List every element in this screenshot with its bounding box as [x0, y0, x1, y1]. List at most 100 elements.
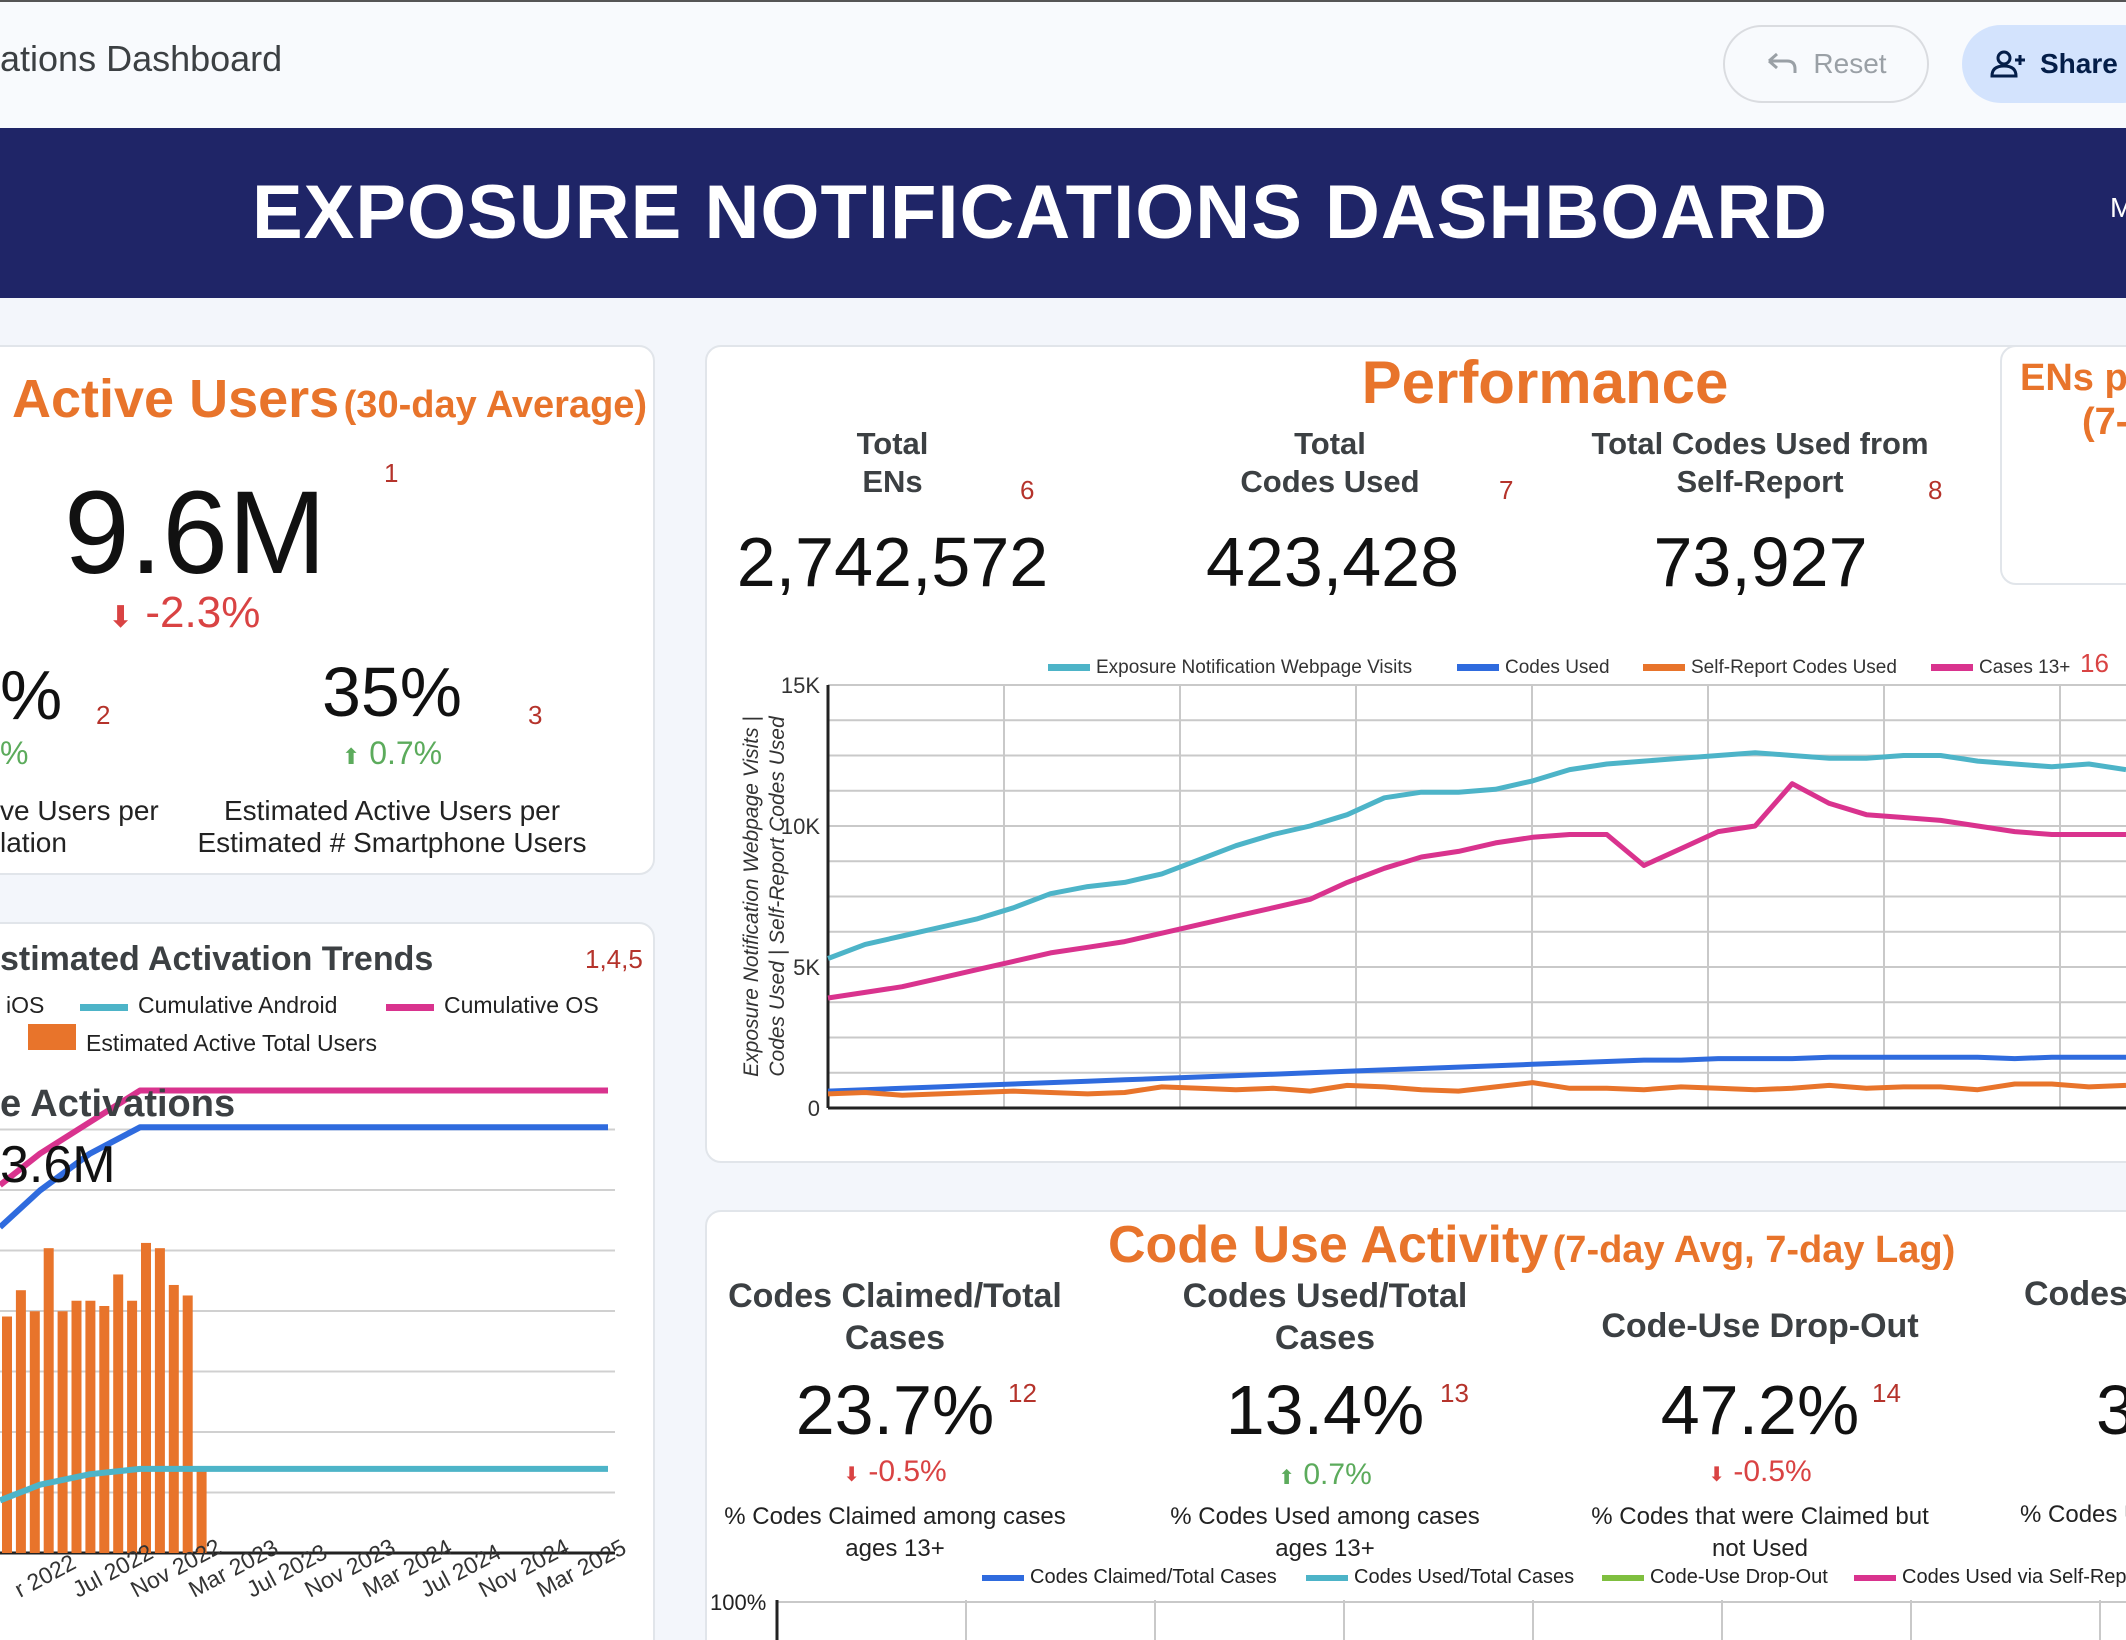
- left-metric-caption-2: lation: [0, 827, 67, 858]
- reset-button[interactable]: Reset: [1723, 25, 1929, 103]
- bar: [168, 1284, 179, 1553]
- right-metric-caption-1: Estimated Active Users per: [223, 795, 561, 826]
- footnote-1: 1: [384, 458, 399, 488]
- codes-used-ratio-caption-1: % Codes Used among cases: [1170, 1503, 1480, 1530]
- legend-label: Exposure Notification Webpage Visits: [1096, 657, 1412, 678]
- left-metric-caption: ve Users per lation: [0, 795, 159, 859]
- legend-codes-used: Codes Used/Total Cases: [1354, 1566, 1575, 1588]
- active-users-heading: Active Users (30-day Average): [12, 368, 647, 430]
- bar: [85, 1300, 96, 1553]
- arrow-up-icon: ⬆: [341, 744, 361, 769]
- undo-icon: [1768, 52, 1797, 73]
- arrow-up-icon: ⬆: [1278, 1467, 1296, 1489]
- trends-footnote: 1,4,5: [585, 944, 643, 974]
- dashboard-title: EXPOSURE NOTIFICATIONS DASHBOARD: [251, 170, 1828, 255]
- legend-swatch: [1931, 664, 1973, 671]
- drop-out-change-value: -0.5%: [1733, 1455, 1812, 1488]
- arrow-down-icon: ⬇: [843, 1464, 861, 1486]
- add-person-icon: [1990, 50, 2025, 78]
- codes-used-ratio-caption-2: ages 13+: [1275, 1535, 1375, 1562]
- legend-swatch-claimed: [982, 1575, 1024, 1581]
- drop-out-change: ⬇ -0.5%: [1620, 1455, 1900, 1489]
- performance-line-chart: 05K10K15KExposure Notification Webpage V…: [740, 657, 2126, 1121]
- codes-self-report-label: Codes: [2024, 1275, 2126, 1313]
- left-metric-change: %: [0, 735, 29, 771]
- codes-claimed-label-2: Cases: [844, 1319, 946, 1357]
- metric-self-report-label: Total Codes Used from Self-Report: [1560, 425, 1960, 501]
- y-tick-label: 15K: [781, 673, 820, 698]
- active-users-title: Active Users: [12, 369, 340, 429]
- active-users-change-value: -2.3%: [145, 588, 261, 637]
- footnote-14: 14: [1872, 1378, 1901, 1408]
- legend-ios: iOS: [6, 992, 45, 1018]
- metric-self-report-value: 73,927: [1653, 523, 1868, 601]
- codes-used-ratio-label-2: Cases: [1274, 1319, 1376, 1357]
- metric-codes-used-value: 423,428: [1205, 523, 1460, 601]
- footnote-6: 6: [1020, 475, 1035, 505]
- metric-total-ens-label-2: ENs: [862, 464, 923, 499]
- active-users-subtitle: (30-day Average): [343, 384, 648, 426]
- bar: [141, 1242, 151, 1553]
- code-use-chart: [775, 1600, 2126, 1640]
- dashboard-banner: EXPOSURE NOTIFICATIONS DASHBOARD M: [0, 128, 2126, 298]
- legend-swatch: [1048, 664, 1090, 671]
- codes-used-ratio-caption: % Codes Used among cases ages 13+: [1130, 1501, 1520, 1565]
- y-tick-label: 5K: [793, 955, 820, 980]
- right-metric-change-value: 0.7%: [369, 735, 443, 771]
- code-use-heading: Code Use Activity (7-day Avg, 7-day Lag): [1108, 1215, 1955, 1275]
- codes-claimed-change-value: -0.5%: [868, 1455, 947, 1488]
- legend-cumulative-os: Cumulative OS: [444, 992, 599, 1018]
- series-line: [827, 781, 2126, 1001]
- drop-out-caption: % Codes that were Claimed but not Used: [1560, 1501, 1960, 1565]
- arrow-down-icon: ⬇: [108, 601, 134, 634]
- footnote-13: 13: [1440, 1378, 1469, 1408]
- legend-swatch-used: [1306, 1575, 1348, 1581]
- right-metric-change: ⬆ 0.7%: [292, 735, 492, 772]
- code-use-title: Code Use Activity: [1108, 1216, 1549, 1274]
- bar: [154, 1248, 165, 1553]
- metric-total-ens-value: 2,742,572: [736, 523, 1049, 601]
- bar: [29, 1311, 40, 1553]
- right-metric-caption: Estimated Active Users per Estimated # S…: [180, 795, 604, 859]
- footnote-2: 2: [96, 700, 111, 730]
- trends-overlay-title: e Activations: [0, 1083, 236, 1125]
- codes-claimed-caption-1: % Codes Claimed among cases: [724, 1503, 1066, 1530]
- legend-label: Cases 13+: [1979, 657, 2070, 678]
- codes-claimed-value: 23.7%: [795, 1371, 995, 1449]
- footnote-16: 16: [2080, 648, 2109, 678]
- code-use-y-label: 100%: [710, 1590, 767, 1615]
- legend-cumulative-android: Cumulative Android: [138, 992, 338, 1018]
- codes-used-ratio-value: 13.4%: [1225, 1371, 1425, 1449]
- codes-used-ratio-change: ⬆ 0.7%: [1185, 1458, 1465, 1492]
- ens-per-title: ENs pe (7-: [2020, 356, 2126, 444]
- metric-self-report-label-1: Total Codes Used from: [1591, 426, 1929, 461]
- drop-out-caption-1: % Codes that were Claimed but: [1591, 1503, 1929, 1530]
- footnote-12: 12: [1008, 1378, 1037, 1408]
- bar: [2, 1316, 12, 1553]
- report-title: ations Dashboard: [0, 38, 283, 79]
- codes-used-ratio-label-1: Codes Used/Total: [1182, 1277, 1468, 1315]
- legend-swatch: [1643, 664, 1685, 671]
- banner-edge-text: M: [2110, 192, 2126, 223]
- drop-out-caption-2: not Used: [1711, 1535, 1809, 1562]
- legend-label: Codes Used: [1505, 657, 1610, 678]
- right-metric-caption-2: Estimated # Smartphone Users: [197, 827, 587, 858]
- codes-claimed-caption: % Codes Claimed among cases ages 13+: [700, 1501, 1090, 1565]
- codes-self-report-value: 3: [2096, 1371, 2126, 1449]
- bar: [43, 1248, 54, 1553]
- code-use-subtitle: (7-day Avg, 7-day Lag): [1552, 1229, 1956, 1271]
- active-users-change: ⬇ -2.3%: [108, 588, 260, 638]
- left-metric-value: %: [0, 656, 63, 734]
- codes-self-report-caption: % Codes U: [2020, 1501, 2126, 1528]
- series-line: [827, 750, 2126, 961]
- codes-used-ratio-label: Codes Used/Total Cases: [1130, 1275, 1520, 1359]
- metric-total-ens-label-1: Total: [856, 426, 929, 461]
- legend-swatch: [1457, 664, 1499, 671]
- bar: [127, 1300, 138, 1553]
- codes-claimed-caption-2: ages 13+: [845, 1535, 945, 1562]
- footnote-3: 3: [528, 700, 543, 730]
- legend-swatch-active-total: [28, 1024, 76, 1050]
- legend-active-total-users: Estimated Active Total Users: [86, 1030, 378, 1056]
- legend-drop-out: Code-Use Drop-Out: [1650, 1566, 1828, 1588]
- share-button[interactable]: Share: [1962, 25, 2126, 103]
